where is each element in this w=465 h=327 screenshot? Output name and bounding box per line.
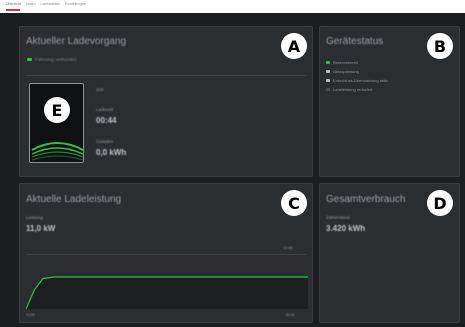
status-item: Betriebsbereit	[326, 60, 358, 65]
charging-power-card: Aktuelle Ladeleistung C Leistung 11,0 kW…	[19, 183, 313, 323]
status-neutral-icon	[326, 79, 330, 82]
power-chart	[26, 276, 308, 310]
meter-label: Zählerstand	[326, 215, 350, 220]
power-max-line	[26, 254, 306, 255]
charged-energy-value: 0,0 kWh	[96, 148, 127, 157]
top-navigation: Übersicht Laden Ladestatistik Einstellun…	[0, 0, 465, 13]
status-item: Ladeleistung reduziert	[326, 87, 372, 92]
meter-value: 3.420 kWh	[326, 224, 366, 233]
badge-e: E	[44, 97, 70, 123]
status-ok-icon	[326, 61, 330, 64]
charging-time-label: Ladezeit	[96, 107, 114, 112]
power-value: 11,0 kW	[26, 224, 56, 233]
card-a-divider	[26, 75, 306, 76]
tab-settings[interactable]: Einstellungen	[65, 2, 86, 6]
badge-d: D	[427, 190, 453, 216]
tab-bar: Übersicht Laden Ladestatistik Einstellun…	[0, 0, 465, 6]
tab-overview[interactable]: Übersicht	[6, 2, 21, 6]
tab-charging[interactable]: Laden	[26, 2, 36, 6]
power-area	[26, 277, 308, 309]
connected-status-dot	[27, 58, 32, 61]
current-charging-title: Aktueller Ladevorgang	[26, 36, 127, 47]
time-label: Zeit	[96, 87, 104, 92]
total-consumption-title: Gesamtverbrauch	[326, 194, 406, 205]
total-consumption-card: Gesamtverbrauch D Zählerstand 3.420 kWh	[319, 183, 460, 323]
status-neutral-icon	[326, 70, 330, 73]
device-status-title: Gerätestatus	[326, 36, 384, 47]
power-max-label: 11 kW	[283, 246, 293, 250]
active-tab-indicator	[6, 9, 20, 11]
connection-status-text: Fahrzeug verbunden	[35, 57, 77, 62]
chart-x-end-label: 00:44	[286, 313, 295, 317]
charging-time-value: 00:44	[96, 116, 117, 125]
charging-power-title: Aktuelle Ladeleistung	[26, 194, 122, 205]
power-label: Leistung	[26, 215, 44, 220]
chart-x-start-label: 00:00	[26, 313, 35, 317]
status-inactive-icon	[326, 88, 330, 91]
status-item: Erdschluss-Überwachung aktiv	[326, 78, 388, 83]
current-charging-card: Aktueller Ladevorgang A Fahrzeug verbund…	[19, 26, 313, 177]
vehicle-wave-graphic	[31, 142, 84, 161]
tab-statistics[interactable]: Ladestatistik	[41, 2, 60, 6]
charged-energy-label: Geladen	[96, 139, 114, 144]
badge-a: A	[281, 33, 307, 59]
device-status-card: Gerätestatus B Betriebsbereit Netzspannu…	[319, 26, 460, 177]
badge-b: B	[427, 33, 453, 59]
badge-c: C	[281, 190, 307, 216]
status-item: Netzspannung	[326, 69, 359, 74]
vehicle-preview: E	[29, 83, 84, 163]
